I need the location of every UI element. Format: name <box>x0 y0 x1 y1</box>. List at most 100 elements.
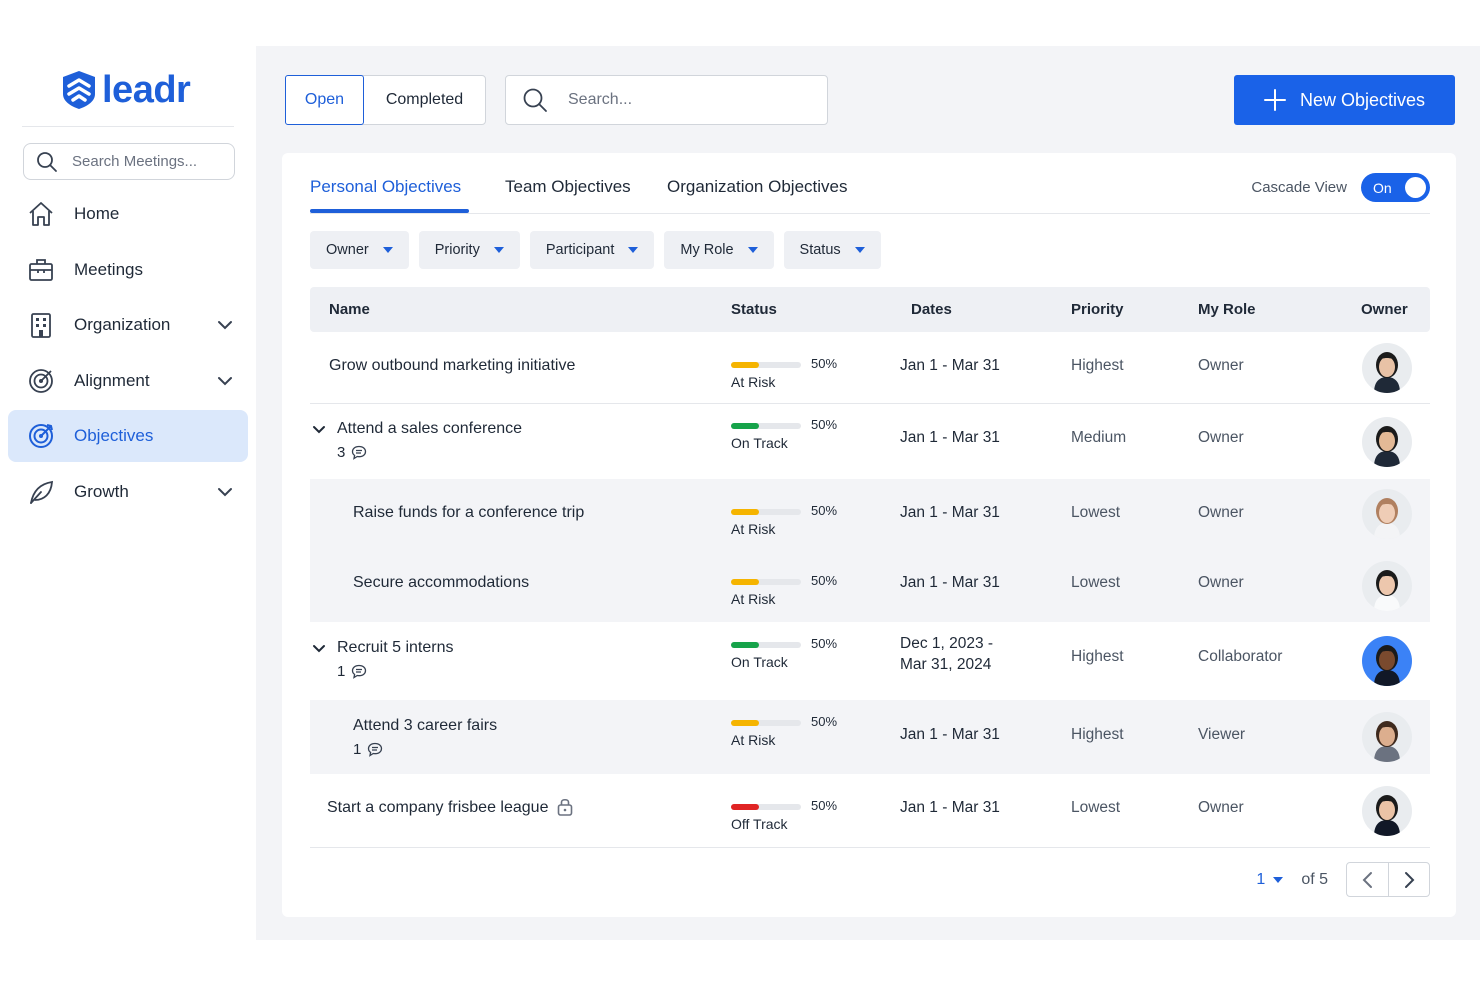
filter-label: Participant <box>545 242 615 258</box>
my-role: Owner <box>1198 799 1244 816</box>
objective-name[interactable]: Raise funds for a conference trip <box>353 504 584 522</box>
active-tab-indicator <box>310 209 469 213</box>
next-page-button[interactable] <box>1388 863 1429 896</box>
comment-count-value: 3 <box>337 444 346 461</box>
sidebar-item-organization[interactable]: Organization <box>8 299 248 351</box>
table-row[interactable]: Attend a sales conference 3 50% On Track Jan… <box>310 404 1430 479</box>
filter-status[interactable]: Status <box>783 231 881 269</box>
objectives-table: Name Status Dates Priority My Role Owner… <box>310 287 1430 848</box>
new-objectives-button[interactable]: New Objectives <box>1234 75 1455 125</box>
column-header-status[interactable]: Status <box>731 301 777 318</box>
table-row[interactable]: Raise funds for a conference trip 50% At R… <box>310 479 1430 549</box>
open-completed-toggle: Open Completed <box>285 75 486 125</box>
search-meetings-input[interactable]: Search Meetings... <box>23 143 235 180</box>
progress-bar <box>731 720 801 726</box>
my-role: Owner <box>1198 504 1244 521</box>
dates: Jan 1 - Mar 31 <box>900 726 1000 743</box>
search-icon <box>523 88 547 112</box>
sidebar-item-objectives[interactable]: Objectives <box>8 410 248 462</box>
progress-fill <box>731 579 759 585</box>
tab-team-objectives[interactable]: Team Objectives <box>505 177 631 197</box>
page-select[interactable]: 1 <box>1256 871 1284 889</box>
caret-down-icon <box>382 247 393 253</box>
sidebar-item-home[interactable]: Home <box>8 188 248 240</box>
column-header-priority[interactable]: Priority <box>1071 301 1124 318</box>
brand-name: leadr <box>102 69 191 111</box>
objectives-card: Personal Objectives Team Objectives Orga… <box>282 153 1456 917</box>
cascade-view: Cascade View On <box>1251 173 1430 202</box>
cascade-view-toggle[interactable]: On <box>1361 173 1430 202</box>
previous-page-button[interactable] <box>1347 863 1388 896</box>
sidebar: leadr Search Meetings... Home Meetings O… <box>0 46 256 940</box>
table-row[interactable]: Start a company frisbee league 50% Off Tra… <box>310 774 1430 848</box>
avatar[interactable] <box>1362 712 1412 762</box>
expand-chevron-icon[interactable] <box>312 642 326 656</box>
objective-name[interactable]: Attend 3 career fairs <box>353 717 497 735</box>
objective-name[interactable]: Secure accommodations <box>353 574 529 592</box>
filter-participant[interactable]: Participant <box>529 231 655 269</box>
completed-button[interactable]: Completed <box>364 76 485 124</box>
sidebar-item-alignment[interactable]: Alignment <box>8 355 248 407</box>
priority: Medium <box>1071 429 1127 446</box>
column-header-name[interactable]: Name <box>329 301 370 318</box>
avatar[interactable] <box>1362 417 1412 467</box>
filter-my-role[interactable]: My Role <box>664 231 774 269</box>
filter-priority[interactable]: Priority <box>418 231 520 269</box>
dates-end: Mar 31, 2024 <box>900 656 992 673</box>
status-label: Off Track <box>731 816 788 832</box>
objective-name[interactable]: Start a company frisbee league <box>327 799 548 817</box>
column-header-dates[interactable]: Dates <box>911 301 952 318</box>
expand-chevron-icon[interactable] <box>312 423 326 437</box>
column-header-my-role[interactable]: My Role <box>1198 301 1256 318</box>
status-label: At Risk <box>731 732 776 748</box>
comment-count-value: 1 <box>337 663 346 680</box>
priority: Lowest <box>1071 504 1121 521</box>
comment-count[interactable]: 3 <box>337 444 367 461</box>
table-row[interactable]: Recruit 5 interns 1 50% On Track Dec 1, 2023… <box>310 622 1430 700</box>
sidebar-item-growth[interactable]: Growth <box>8 466 248 518</box>
dates: Jan 1 - Mar 31 <box>900 357 1000 374</box>
tab-organization-objectives[interactable]: Organization Objectives <box>667 177 847 197</box>
table-header: Name Status Dates Priority My Role Owner <box>310 287 1430 332</box>
comment-count[interactable]: 1 <box>353 741 383 758</box>
status-label: On Track <box>731 435 788 451</box>
objective-name[interactable]: Grow outbound marketing initiative <box>329 357 575 375</box>
objective-tabs: Personal Objectives Team Objectives Orga… <box>310 153 1430 214</box>
table-row[interactable]: Secure accommodations 50% At Risk Jan 1 - M… <box>310 549 1430 622</box>
table-row[interactable]: Attend 3 career fairs 1 50% At Risk Jan 1 - … <box>310 700 1430 774</box>
status-label: At Risk <box>731 591 776 607</box>
my-role: Viewer <box>1198 726 1246 743</box>
sidebar-item-label: Home <box>74 204 120 223</box>
logo[interactable]: leadr <box>62 69 191 111</box>
objectives-search-input[interactable]: Search... <box>505 75 828 125</box>
column-header-owner[interactable]: Owner <box>1361 301 1408 318</box>
progress-fill <box>731 720 759 726</box>
target-arrow-icon <box>26 421 56 451</box>
avatar[interactable] <box>1362 561 1412 611</box>
my-role: Owner <box>1198 574 1244 591</box>
page-count: of 5 <box>1301 870 1328 888</box>
avatar[interactable] <box>1362 343 1412 393</box>
dates: Jan 1 - Mar 31 <box>900 504 1000 521</box>
objective-name[interactable]: Attend a sales conference <box>337 420 522 438</box>
avatar[interactable] <box>1362 786 1412 836</box>
tab-personal-objectives[interactable]: Personal Objectives <box>310 177 461 197</box>
open-button[interactable]: Open <box>285 75 364 125</box>
progress-bar <box>731 509 801 515</box>
avatar[interactable] <box>1362 636 1412 686</box>
progress-fill <box>731 804 759 810</box>
person-avatar-icon <box>1374 498 1400 539</box>
avatar[interactable] <box>1362 489 1412 539</box>
comment-count[interactable]: 1 <box>337 663 367 680</box>
sidebar-item-meetings[interactable]: Meetings <box>8 244 248 296</box>
comment-icon <box>368 742 383 757</box>
search-placeholder: Search Meetings... <box>72 153 198 170</box>
table-row[interactable]: Grow outbound marketing initiative 50% At … <box>310 332 1430 404</box>
caret-down-icon <box>1273 876 1284 883</box>
progress-bar <box>731 642 801 648</box>
comment-icon <box>352 445 367 460</box>
progress-percent: 50% <box>811 573 838 588</box>
filter-owner[interactable]: Owner <box>310 231 409 269</box>
objective-name[interactable]: Recruit 5 interns <box>337 639 454 657</box>
dates: Jan 1 - Mar 31 <box>900 574 1000 591</box>
